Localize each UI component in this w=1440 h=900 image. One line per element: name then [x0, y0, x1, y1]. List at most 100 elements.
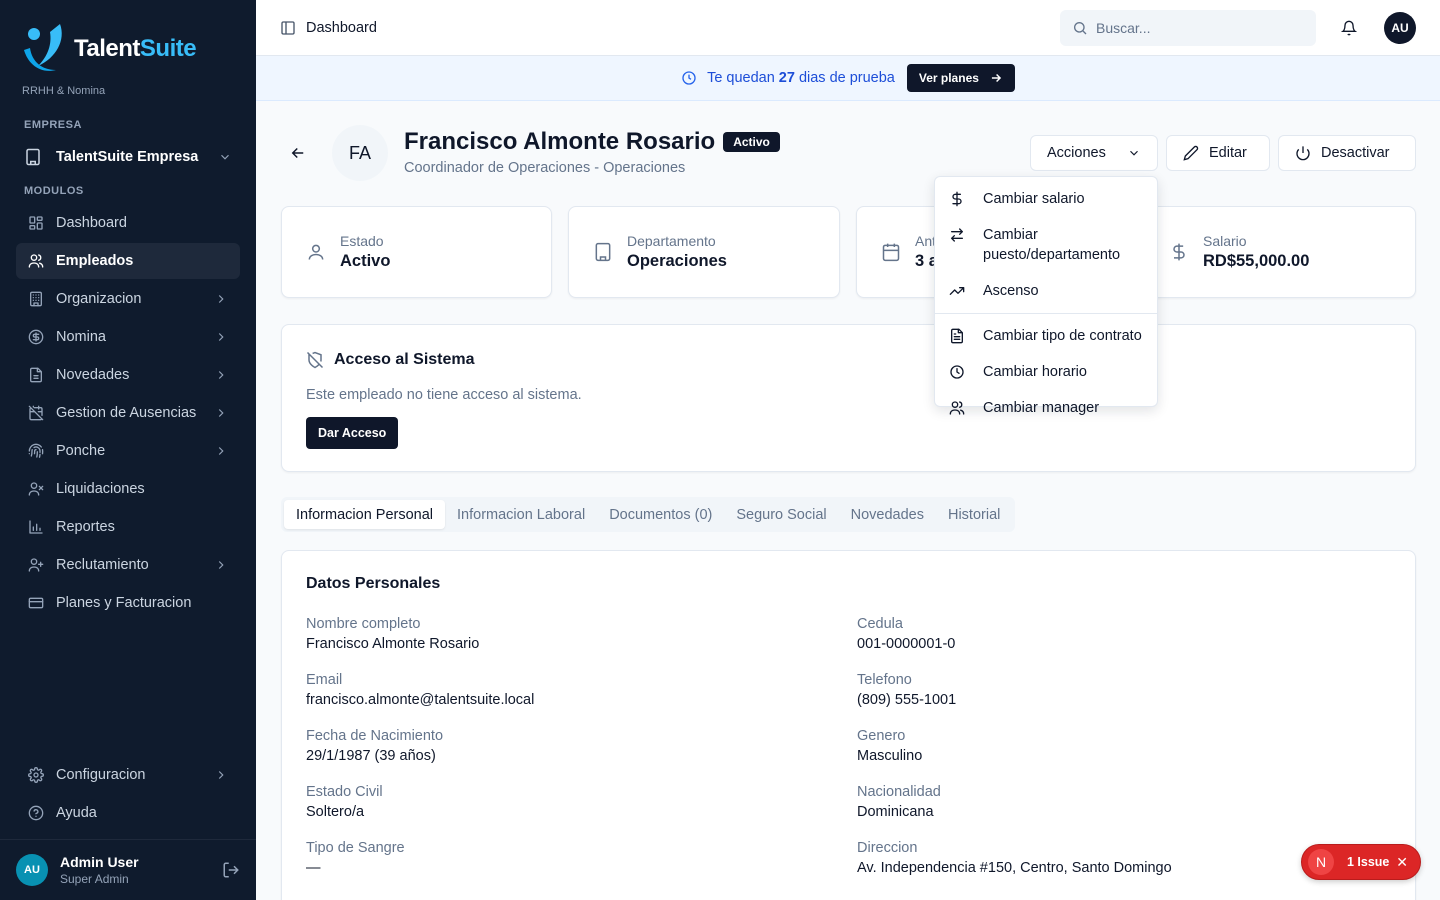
menu-item-label: Cambiar horario [983, 364, 1087, 380]
menu-item-cambiar-manager[interactable]: Cambiar manager [939, 390, 1153, 426]
employee-name: Francisco Almonte Rosario [404, 128, 716, 155]
sidebar-item-organizacion[interactable]: Organizacion [16, 281, 240, 317]
field-label: Tipo de Sangre [306, 840, 405, 856]
employee-subtitle: Coordinador de Operaciones - Operaciones [404, 160, 686, 176]
brand-logo[interactable]: TalentSuite [20, 20, 197, 78]
trial-suffix: dias de prueba [798, 70, 895, 86]
issue-indicator[interactable]: N 1 Issue ✕ [1301, 844, 1421, 880]
user-x-icon [28, 481, 44, 497]
field-nombre-completo: Nombre completo Francisco Almonte Rosario [306, 616, 479, 652]
chevron-right-icon [214, 406, 228, 420]
company-selector[interactable]: TalentSuite Empresa [16, 142, 240, 172]
calendar-icon [881, 242, 901, 262]
user-name: Admin User [60, 854, 139, 870]
chevron-down-icon [218, 150, 232, 164]
field-value: Masculino [857, 748, 923, 764]
logout-icon[interactable] [222, 861, 240, 879]
sidebar-item-novedades[interactable]: Novedades [16, 357, 240, 393]
file-text-icon [949, 328, 965, 344]
sidebar-item-planes-y-facturacion[interactable]: Planes y Facturacion [16, 585, 240, 621]
sidebar-item-dashboard[interactable]: Dashboard [16, 205, 240, 241]
dashboard-icon [28, 215, 44, 231]
sidebar-item-label: Ayuda [56, 805, 97, 821]
menu-item-cambiar-tipo-de-contrato[interactable]: Cambiar tipo de contrato [939, 318, 1153, 354]
edit-button[interactable]: Editar [1166, 135, 1270, 171]
grant-access-button[interactable]: Dar Acceso [306, 417, 399, 449]
personal-data-title: Datos Personales [306, 575, 441, 592]
users-icon [28, 253, 44, 269]
issue-logo: N [1308, 849, 1334, 875]
topbar: Dashboard AU [256, 0, 1440, 56]
sidebar-item-label: Empleados [56, 253, 134, 269]
sidebar-item-gestion-de-ausencias[interactable]: Gestion de Ausencias [16, 395, 240, 431]
sidebar-item-label: Liquidaciones [56, 481, 145, 497]
stat-label: Estado [340, 233, 384, 249]
sidebar-item-label: Configuracion [56, 767, 146, 783]
tab-seguro-social[interactable]: Seguro Social [724, 500, 838, 529]
field-label: Genero [857, 728, 906, 744]
close-icon[interactable]: ✕ [1396, 854, 1408, 871]
chevron-right-icon [214, 330, 228, 344]
sidebar-item-reclutamiento[interactable]: Reclutamiento [16, 547, 240, 583]
actions-dropdown-button[interactable]: Acciones [1030, 135, 1158, 171]
menu-item-cambiar-salario[interactable]: Cambiar salario [939, 181, 1153, 217]
bell-icon[interactable] [1341, 19, 1357, 37]
sidebar-bottom-nav: Configuracion Ayuda [16, 757, 240, 833]
back-arrow-icon[interactable] [289, 144, 307, 162]
sidebar-item-configuracion[interactable]: Configuracion [16, 757, 240, 793]
tab-documentos-0[interactable]: Documentos (0) [597, 500, 724, 529]
modules-section-label: MODULOS [24, 185, 84, 197]
tab-informacion-personal[interactable]: Informacion Personal [284, 500, 446, 529]
tab-historial[interactable]: Historial [936, 500, 1012, 529]
pencil-icon [1183, 145, 1199, 161]
stat-label: Salario [1203, 233, 1247, 249]
tab-informacion-laboral[interactable]: Informacion Laboral [445, 500, 597, 529]
user-avatar[interactable]: AU [16, 854, 48, 886]
search-input[interactable] [1096, 20, 1296, 36]
field-fecha-de-nacimiento: Fecha de Nacimiento 29/1/1987 (39 años) [306, 728, 443, 764]
field-email: Email francisco.almonte@talentsuite.local [306, 672, 534, 708]
menu-item-label: Cambiar tipo de contrato [983, 328, 1142, 344]
swap-icon [949, 227, 965, 243]
field-value: Francisco Almonte Rosario [306, 636, 480, 652]
sidebar-item-liquidaciones[interactable]: Liquidaciones [16, 471, 240, 507]
company-name: TalentSuite Empresa [56, 149, 199, 165]
breadcrumb[interactable]: Dashboard [306, 20, 377, 36]
search-box[interactable] [1060, 10, 1316, 46]
menu-item-cambiar-horario[interactable]: Cambiar horario [939, 354, 1153, 390]
view-plans-button[interactable]: Ver planes [906, 64, 1015, 92]
help-icon [28, 805, 44, 821]
chevron-right-icon [214, 292, 228, 306]
sidebar-item-reportes[interactable]: Reportes [16, 509, 240, 545]
clock-icon [681, 70, 697, 86]
sidebar-item-ayuda[interactable]: Ayuda [16, 795, 240, 831]
building-icon [593, 242, 613, 262]
stat-label: Departamento [627, 233, 716, 249]
menu-item-ascenso[interactable]: Ascenso [939, 273, 1153, 309]
tab-novedades[interactable]: Novedades [839, 500, 936, 529]
sidebar-item-ponche[interactable]: Ponche [16, 433, 240, 469]
dollar-icon [1169, 242, 1189, 262]
menu-item-cambiar-puesto-departamento[interactable]: Cambiar puesto/departamento [939, 217, 1153, 273]
sidebar-item-label: Nomina [56, 329, 106, 345]
employee-avatar: FA [332, 125, 388, 181]
sidebar-item-empleados[interactable]: Empleados [16, 243, 240, 279]
personal-data-card: Datos Personales Nombre completo Francisc… [281, 550, 1416, 900]
stat-card-departamento: Departamento Operaciones [568, 206, 840, 298]
sidebar-item-nomina[interactable]: Nomina [16, 319, 240, 355]
menu-item-label: Cambiar puesto/departamento [983, 227, 1121, 263]
field-label: Estado Civil [306, 784, 383, 800]
sidebar-item-label: Novedades [56, 367, 130, 383]
field-label: Direccion [857, 840, 918, 856]
arrow-right-icon [989, 71, 1003, 85]
field-cedula: Cedula 001-0000001-0 [857, 616, 955, 652]
stat-value: Operaciones [627, 252, 727, 270]
trial-days: 27 [778, 70, 795, 86]
deactivate-button[interactable]: Desactivar [1278, 135, 1416, 171]
field-label: Cedula [857, 616, 903, 632]
sidebar-toggle-icon[interactable] [280, 20, 296, 36]
sidebar-item-label: Reclutamiento [56, 557, 149, 573]
user-icon [306, 242, 326, 262]
header-avatar[interactable]: AU [1384, 12, 1416, 44]
menu-item-label: Cambiar manager [983, 400, 1100, 416]
